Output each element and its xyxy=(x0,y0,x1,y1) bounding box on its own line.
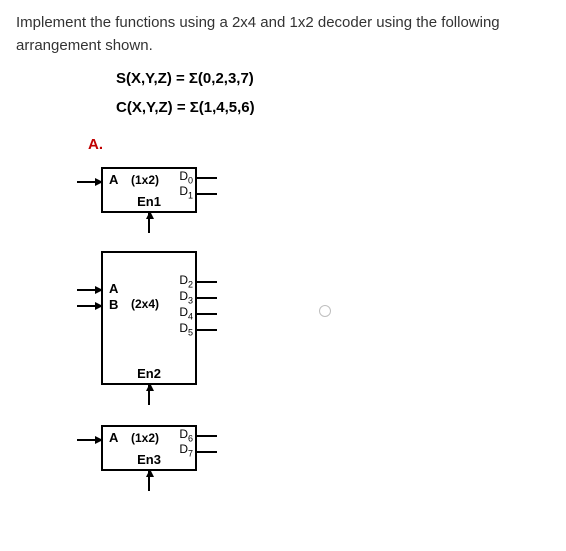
decoder-2x4: A B (2x4) En2 D2 D3 D4 D5 xyxy=(101,251,197,385)
output-line-icon xyxy=(197,281,217,283)
output-d5-label: D5 xyxy=(179,321,193,337)
block-type-label: (1x2) xyxy=(131,431,159,445)
output-line-icon xyxy=(197,313,217,315)
decoder-1x2-bottom: A (1x2) En3 D6 D7 xyxy=(101,425,197,471)
output-line-icon xyxy=(197,451,217,453)
enable-label: En3 xyxy=(137,452,161,467)
arrow-in-icon xyxy=(77,289,101,291)
output-d2-label: D2 xyxy=(179,273,193,289)
block-type-label: (1x2) xyxy=(131,173,159,187)
decoder-diagram: A (1x2) En1 D0 D1 A B (2x4) En2 D2 D3 D4… xyxy=(101,167,550,471)
output-d0-label: D0 xyxy=(179,169,193,185)
output-line-icon xyxy=(197,297,217,299)
input-a-label: A xyxy=(109,281,118,296)
arrow-in-icon xyxy=(77,439,101,441)
faint-circle xyxy=(319,305,331,317)
enable-arrow-icon xyxy=(148,385,150,405)
output-line-icon xyxy=(197,435,217,437)
output-line-icon xyxy=(197,193,217,195)
arrow-in-icon xyxy=(77,305,101,307)
equations-block: S(X,Y,Z) = Σ(0,2,3,7) C(X,Y,Z) = Σ(1,4,5… xyxy=(116,65,550,122)
enable-arrow-icon xyxy=(148,213,150,233)
output-d4-label: D4 xyxy=(179,305,193,321)
output-line-icon xyxy=(197,177,217,179)
input-b-label: B xyxy=(109,297,118,312)
part-label: A. xyxy=(88,136,550,153)
output-d1-label: D1 xyxy=(179,184,193,200)
output-d6-label: D6 xyxy=(179,427,193,443)
equation-c: C(X,Y,Z) = Σ(1,4,5,6) xyxy=(116,94,550,123)
output-d3-label: D3 xyxy=(179,289,193,305)
enable-arrow-icon xyxy=(148,471,150,491)
enable-label: En2 xyxy=(137,366,161,381)
input-a-label: A xyxy=(109,172,118,187)
block-type-label: (2x4) xyxy=(131,297,159,311)
output-line-icon xyxy=(197,329,217,331)
input-a-label: A xyxy=(109,430,118,445)
equation-s: S(X,Y,Z) = Σ(0,2,3,7) xyxy=(116,65,550,94)
enable-label: En1 xyxy=(137,194,161,209)
decoder-1x2-top: A (1x2) En1 D0 D1 xyxy=(101,167,197,213)
arrow-in-icon xyxy=(77,181,101,183)
output-d7-label: D7 xyxy=(179,442,193,458)
problem-statement: Implement the functions using a 2x4 and … xyxy=(16,12,550,57)
